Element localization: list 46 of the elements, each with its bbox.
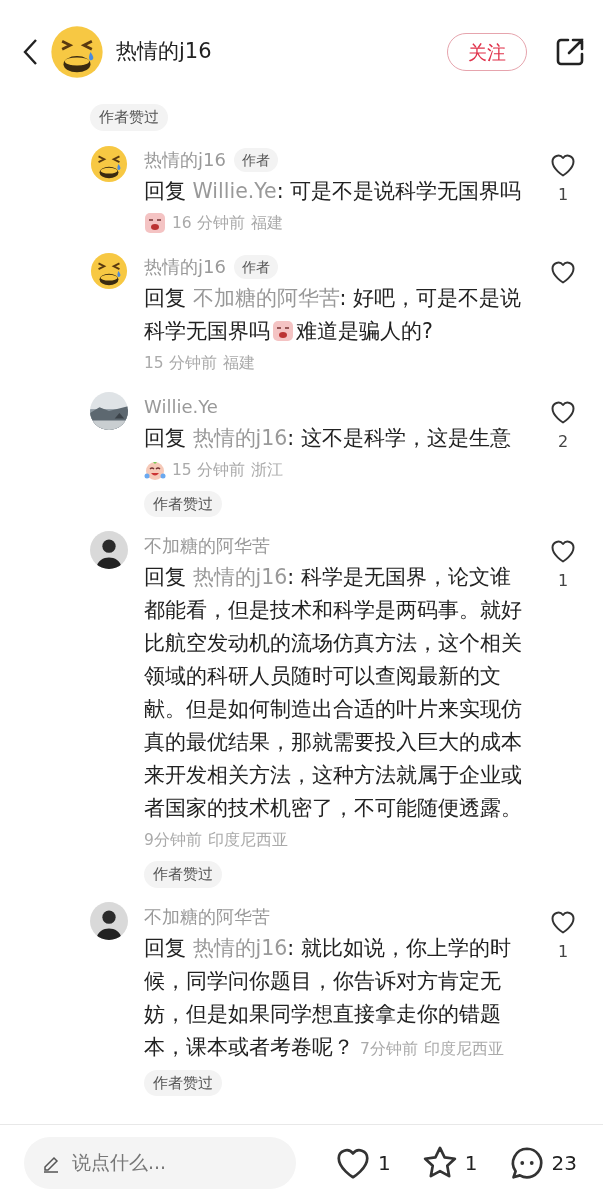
comment-location: 福建 (222, 352, 255, 374)
like-count: 1 (557, 570, 569, 592)
commenter-name[interactable]: 不加糖的阿华苦 (144, 901, 270, 932)
comment-location: 浙江 (250, 459, 283, 481)
comment-time: 16 分钟前 (172, 212, 245, 234)
comment-count: 23 (551, 1149, 577, 1177)
author-tag: 作者 (233, 254, 278, 279)
avatar[interactable] (90, 531, 128, 569)
author-tag: 作者 (233, 147, 278, 172)
crying-face-icon (272, 319, 294, 342)
comment-text: 回复 不加糖的阿华苦: 好吧，可是不是说科学无国界吗 难道是骗人的? (144, 284, 522, 345)
share-icon[interactable] (555, 37, 585, 67)
comment-time: 9分钟前 (144, 830, 202, 851)
comment-location: 福建 (250, 212, 283, 234)
author-liked-tag: 作者赞过 (90, 104, 168, 131)
follow-button[interactable]: 关注 (447, 32, 527, 72)
comment-text: 回复 热情的j16: 科学是无国界，论文谁都能看，但是技术和科学是两码事。就好比航空发动机的流场仿真方法，这个相关领域的科研人员随时可以查阅最新的文献。但是如何制造出合适的叶片来实现仿真的最优结果，那就需要投入巨大的成本来开发相关方法，这种方法就属于企业或者国家的技术机密了，不可能随便透露。 (144, 564, 523, 822)
author-liked-tag: 作者赞过 (144, 861, 222, 888)
commenter-name[interactable]: Willie.Ye (144, 391, 218, 422)
emoji-avatar[interactable] (90, 144, 128, 183)
comment-time: 15 分钟前 (144, 352, 217, 374)
crying-face-icon (144, 211, 166, 234)
comment-text: 回复 热情的j16: 这不是科学，这是生意 (144, 424, 512, 452)
comment-text: 回复 热情的j16: 就比如说，你上学的时候，同学问你题目，你告诉对方肯定无妨，但是如果同学想直接拿走你的错题本，课本或者考卷呢？ 7分钟前 印度尼西亚 (144, 931, 523, 1064)
comment-input[interactable]: 说点什么... (70, 1147, 270, 1178)
comment-time: 7分钟前 (360, 1038, 418, 1060)
favorite-count: 1 (464, 1149, 478, 1177)
emoji-avatar[interactable] (90, 251, 128, 290)
emoji-avatar[interactable] (50, 25, 104, 79)
avatar[interactable] (90, 901, 128, 940)
comment-location: 印度尼西亚 (423, 1038, 504, 1060)
comment-field[interactable]: 说点什么... (24, 1136, 296, 1189)
commenter-name[interactable]: 不加糖的阿华苦 (144, 531, 270, 561)
like-count: 1 (378, 1149, 391, 1177)
commenter-name[interactable]: 热情的j16 (144, 144, 226, 175)
author-liked-tag: 作者赞过 (144, 1069, 222, 1096)
like-count: 2 (557, 430, 569, 453)
comment-text: 回复 Willie.Ye: 可是不是说科学无国界吗 (144, 177, 523, 205)
commenter-name[interactable]: 热情的j16 (144, 251, 226, 282)
user-name: 热情的j16 (116, 38, 213, 66)
comment-time: 15 分钟前 (172, 459, 245, 481)
like-count: 1 (557, 940, 569, 963)
author-liked-tag: 作者赞过 (144, 490, 222, 517)
comment-location: 印度尼西亚 (207, 830, 288, 851)
back-icon[interactable] (22, 38, 38, 66)
like-count: 1 (557, 183, 569, 206)
